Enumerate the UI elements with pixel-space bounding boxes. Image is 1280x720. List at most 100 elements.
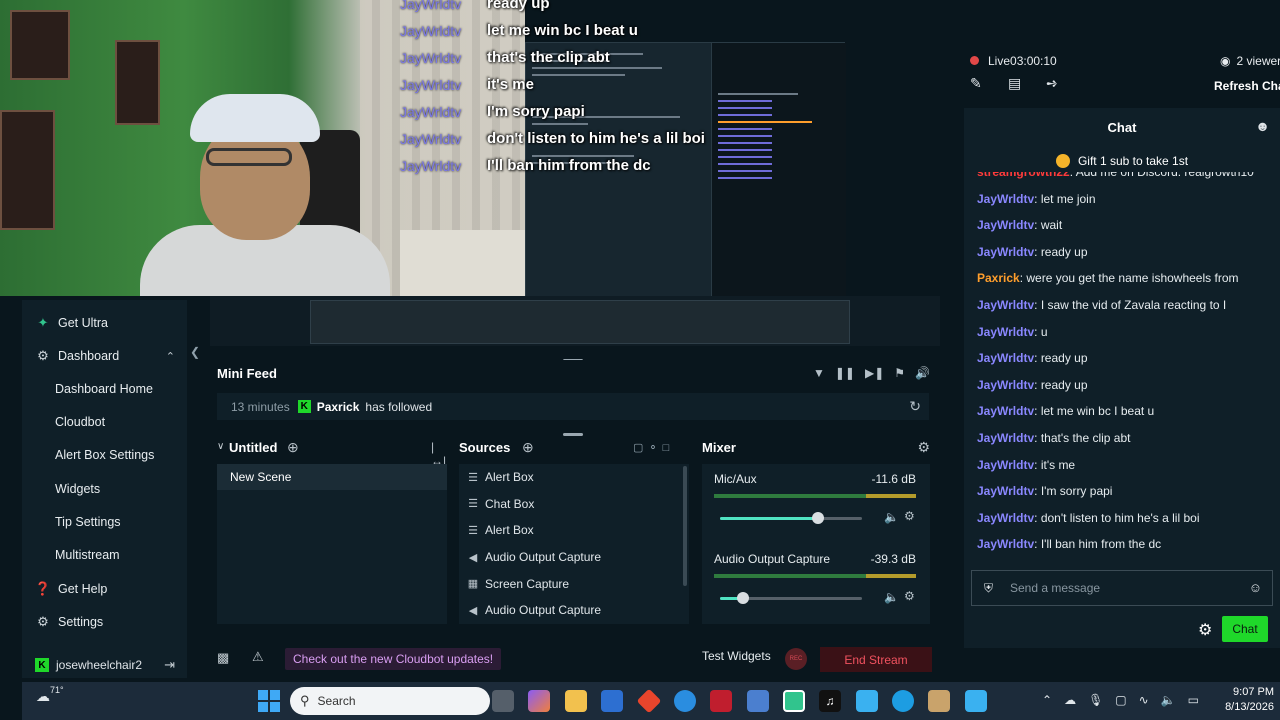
chevron-down-icon[interactable]: ∨ bbox=[217, 441, 224, 452]
cloudbot-notification[interactable]: Check out the new Cloudbot updates! bbox=[285, 648, 502, 670]
source-item[interactable]: ☰ Alert Box bbox=[459, 464, 689, 491]
display-icon[interactable]: ▢ bbox=[1115, 693, 1126, 707]
sidebar-user[interactable]: Kjosewheelchair2 ⇥ bbox=[22, 652, 187, 678]
mixer-volume-slider[interactable] bbox=[720, 592, 862, 604]
sidebar-item-alert-box-settings[interactable]: Alert Box Settings bbox=[22, 441, 187, 469]
record-button[interactable]: REC bbox=[785, 648, 807, 670]
source-scrollbar[interactable] bbox=[683, 466, 687, 586]
speaker-icon[interactable]: 🔈 bbox=[1161, 693, 1176, 707]
chat-username[interactable]: JayWrldtv bbox=[977, 325, 1034, 339]
chat-username[interactable]: JayWrldtv bbox=[977, 537, 1034, 551]
users-icon[interactable]: ☻ bbox=[1255, 118, 1270, 134]
alert-icon[interactable]: ⚠ bbox=[252, 649, 264, 665]
mute-icon[interactable]: 🔈 bbox=[884, 590, 899, 604]
test-widgets-button[interactable]: Test Widgets bbox=[702, 649, 771, 663]
filter-icon[interactable]: ▼ bbox=[813, 366, 825, 380]
source-item[interactable]: ▦ Screen Capture bbox=[459, 570, 689, 597]
sidebar-item-settings[interactable]: ⚙ Settings bbox=[22, 608, 187, 636]
logout-icon[interactable]: ⇥ bbox=[164, 657, 175, 673]
drag-handle[interactable] bbox=[563, 433, 583, 436]
slider-handle[interactable] bbox=[811, 512, 824, 524]
onedrive-icon[interactable]: ☁ bbox=[1064, 693, 1076, 707]
sidebar-item-tip-settings[interactable]: Tip Settings bbox=[22, 508, 187, 536]
mcafee-icon[interactable] bbox=[710, 690, 732, 712]
chat-settings-icon[interactable]: ⚙ bbox=[1198, 620, 1212, 640]
refresh-icon[interactable]: ↻ bbox=[909, 398, 921, 415]
taskbar-search[interactable]: ⚲ Search bbox=[290, 687, 490, 715]
collapse-sidebar-icon[interactable]: ❮ bbox=[190, 345, 204, 359]
chat-input[interactable] bbox=[1010, 581, 1240, 595]
sidebar-item-dashboard[interactable]: ⚙ Dashboard ⌃ bbox=[22, 342, 187, 370]
taskbar-clock[interactable]: 9:07 PM 8/13/2026 bbox=[1212, 685, 1274, 715]
chat-username[interactable]: JayWrldtv bbox=[977, 511, 1034, 525]
volume-icon[interactable]: 🔊 bbox=[915, 366, 930, 380]
sidebar-item-get-ultra[interactable]: ✦ Get Ultra bbox=[22, 309, 187, 337]
slider-handle[interactable] bbox=[736, 592, 749, 604]
app-icon[interactable] bbox=[856, 690, 878, 712]
app-icon[interactable] bbox=[636, 688, 662, 714]
copilot-icon[interactable] bbox=[528, 690, 550, 712]
mute-icon[interactable]: 🔈 bbox=[884, 510, 899, 524]
scene-item[interactable]: New Scene bbox=[217, 464, 447, 490]
stats-icon[interactable]: ▩ bbox=[217, 650, 229, 666]
streamlabs-icon[interactable] bbox=[783, 690, 805, 712]
chat-username[interactable]: JayWrldtv bbox=[977, 298, 1034, 312]
battery-icon[interactable]: ▭ bbox=[1188, 693, 1199, 707]
chat-username[interactable]: JayWrldtv bbox=[977, 245, 1034, 259]
mixer-volume-slider[interactable] bbox=[720, 512, 862, 524]
chat-username[interactable]: JayWrldtv bbox=[977, 458, 1034, 472]
edit-icon[interactable]: ✎ bbox=[970, 75, 982, 92]
chat-username[interactable]: JayWrldtv bbox=[977, 431, 1034, 445]
chat-username[interactable]: JayWrldtv bbox=[977, 404, 1034, 418]
source-item[interactable]: ☰ Alert Box bbox=[459, 517, 689, 544]
source-item[interactable]: ◀ Audio Output Capture bbox=[459, 597, 689, 624]
mic-icon[interactable]: 🎙 bbox=[1088, 693, 1103, 707]
sidebar-item-dashboard-home[interactable]: Dashboard Home bbox=[22, 375, 187, 403]
app-icon[interactable] bbox=[965, 690, 987, 712]
feed-user[interactable]: Paxrick bbox=[317, 400, 360, 414]
sidebar-item-cloudbot[interactable]: Cloudbot bbox=[22, 408, 187, 436]
channel-settings-icon[interactable]: ⚙ bbox=[904, 589, 915, 603]
emoji-icon[interactable]: ☺ bbox=[1249, 580, 1262, 595]
channel-settings-icon[interactable]: ⚙ bbox=[904, 509, 915, 523]
sidebar-item-get-help[interactable]: ❓ Get Help bbox=[22, 575, 187, 603]
chat-username[interactable]: JayWrldtv bbox=[977, 218, 1034, 232]
chevron-up-icon[interactable]: ⌃ bbox=[166, 350, 175, 363]
share-icon[interactable]: ➺ bbox=[1046, 75, 1058, 92]
chat-username[interactable]: JayWrldtv bbox=[977, 378, 1034, 392]
chat-username[interactable]: JayWrldtv bbox=[977, 484, 1034, 498]
sidebar-item-widgets[interactable]: Widgets bbox=[22, 475, 187, 503]
weather-widget[interactable]: ☁ 71° bbox=[36, 685, 64, 714]
chat-username[interactable]: streamgrowth22 bbox=[977, 172, 1070, 179]
source-item[interactable]: ◀ Audio Output Capture bbox=[459, 544, 689, 571]
edge-icon[interactable] bbox=[892, 690, 914, 712]
chevron-up-icon[interactable]: ⌃ bbox=[1042, 693, 1052, 707]
end-stream-button[interactable]: End Stream bbox=[820, 647, 932, 672]
bell-icon[interactable]: ⚑ bbox=[894, 366, 905, 380]
app-icon[interactable] bbox=[747, 690, 769, 712]
skip-icon[interactable]: ▶❚ bbox=[865, 366, 884, 380]
sidebar-item-multistream[interactable]: Multistream bbox=[22, 541, 187, 569]
gift-sub-banner[interactable]: Gift 1 sub to take 1st bbox=[964, 150, 1280, 172]
help-icon: ❓ bbox=[34, 581, 52, 596]
file-explorer-icon[interactable] bbox=[565, 690, 587, 712]
wifi-icon[interactable]: ∿ bbox=[1139, 693, 1149, 707]
chat-username[interactable]: JayWrldtv bbox=[977, 192, 1034, 206]
chat-username[interactable]: Paxrick bbox=[977, 271, 1020, 285]
add-scene-icon[interactable]: ⊕ bbox=[287, 439, 299, 456]
windows-start-icon[interactable] bbox=[258, 690, 280, 712]
store-icon[interactable] bbox=[601, 690, 623, 712]
task-view-icon[interactable] bbox=[492, 690, 514, 712]
clip-icon[interactable]: ▤ bbox=[1008, 75, 1021, 92]
app-icon[interactable] bbox=[928, 690, 950, 712]
mixer-settings-icon[interactable]: ⚙ bbox=[917, 439, 930, 456]
source-item[interactable]: ☰ Chat Box bbox=[459, 491, 689, 518]
chat-send-button[interactable]: Chat bbox=[1222, 616, 1268, 642]
pause-icon[interactable]: ❚❚ bbox=[835, 366, 855, 380]
scene-collection-title[interactable]: Untitled bbox=[229, 440, 277, 455]
chat-username[interactable]: JayWrldtv bbox=[977, 351, 1034, 365]
add-source-icon[interactable]: ⊕ bbox=[522, 439, 534, 456]
help-app-icon[interactable] bbox=[674, 690, 696, 712]
refresh-chat-button[interactable]: Refresh Chat bbox=[1214, 79, 1280, 93]
tiktok-icon[interactable]: ♫ bbox=[819, 690, 841, 712]
